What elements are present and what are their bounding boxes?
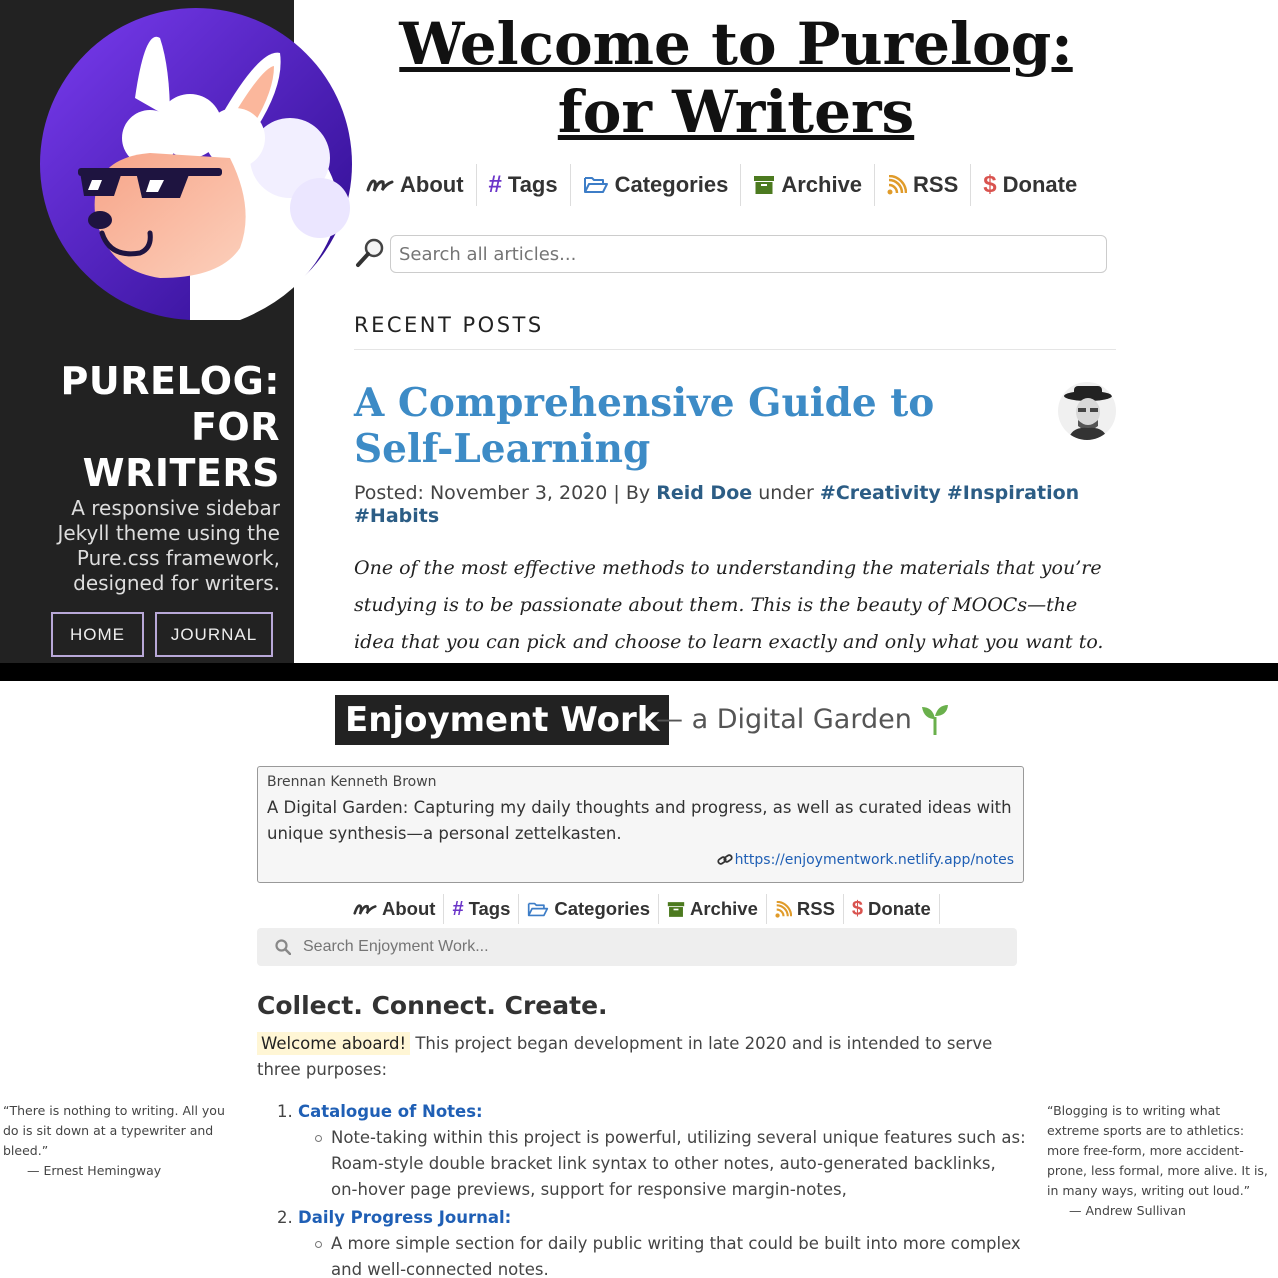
list-item: 2. Daily Progress Journal: A more simple…	[257, 1205, 1027, 1278]
dollar-icon: $	[851, 897, 864, 920]
nav-archive[interactable]: Archive	[741, 164, 876, 206]
brand-description: A responsive sidebar Jekyll theme using …	[57, 496, 280, 595]
tag-link[interactable]: #Inspiration	[947, 482, 1079, 504]
hashtag-icon: #	[488, 171, 502, 198]
nav-categories[interactable]: Categories	[571, 164, 742, 206]
search-icon	[275, 939, 291, 955]
enjoyment-work-screenshot: Enjoyment Work — a Digital Garden Brenna…	[0, 681, 1278, 1278]
list-item-detail: Note-taking within this project is power…	[257, 1125, 1027, 1203]
search-bar[interactable]	[257, 928, 1017, 966]
rss-icon	[887, 175, 908, 195]
nav-donate[interactable]: $ Donate	[971, 164, 1089, 206]
sprout-icon	[921, 705, 948, 735]
nav-rss[interactable]: RSS	[875, 164, 972, 206]
purpose-list: 1. Catalogue of Notes: Note-taking withi…	[257, 1099, 1027, 1278]
author-avatar[interactable]	[1058, 382, 1116, 440]
search-input[interactable]	[390, 235, 1107, 273]
post-author-link[interactable]: Reid Doe	[656, 482, 752, 504]
welcome-highlight: Welcome aboard!	[257, 1032, 411, 1055]
rss-icon	[775, 900, 792, 918]
nav-about[interactable]: About	[354, 164, 477, 206]
brand-title: PURELOG: FOR WRITERS	[60, 359, 280, 495]
daily-progress-journal-link[interactable]: Daily Progress Journal:	[298, 1208, 511, 1227]
tag-link[interactable]: #Creativity	[820, 482, 941, 504]
signature-icon	[366, 176, 394, 194]
recent-posts-heading: RECENT POSTS	[354, 313, 1116, 350]
folder-open-icon	[583, 175, 609, 195]
nav-rss[interactable]: RSS	[767, 894, 844, 924]
margin-quote-right: “Blogging is to writing what extreme spo…	[1047, 1103, 1268, 1218]
archive-box-icon	[753, 175, 775, 195]
sidebar: PURELOG: FOR WRITERS A responsive sideba…	[0, 0, 352, 663]
site-info-box: Brennan Kenneth Brown A Digital Garden: …	[257, 766, 1024, 883]
post-title-link[interactable]: A Comprehensive Guide to Self-Learning	[354, 380, 1044, 472]
screenshot-divider	[0, 663, 1278, 681]
post-excerpt: One of the most effective methods to und…	[354, 557, 1104, 653]
archive-box-icon	[667, 901, 685, 918]
folder-open-icon	[527, 901, 549, 918]
section-heading: Collect. Connect. Create.	[257, 991, 608, 1020]
site-title[interactable]: Enjoyment Work	[335, 695, 670, 745]
page-title: Welcome to Purelog: for Writers	[399, 10, 1073, 146]
tag-link[interactable]: #Habits	[354, 505, 439, 527]
hashtag-icon: #	[452, 897, 464, 920]
catalogue-of-notes-link[interactable]: Catalogue of Notes:	[298, 1102, 483, 1121]
nav-tags[interactable]: # Tags	[444, 894, 520, 924]
site-author: Brennan Kenneth Brown	[267, 774, 437, 790]
top-navigation: About # Tags Categories Archive RSS $ Do…	[354, 162, 1089, 208]
site-subtitle: — a Digital Garden	[656, 703, 950, 735]
magnifier-icon	[356, 238, 384, 267]
nav-categories[interactable]: Categories	[519, 894, 659, 924]
signature-icon	[353, 901, 377, 917]
nav-donate[interactable]: $ Donate	[844, 894, 940, 924]
garden-navigation: About # Tags Categories Archive RSS $ Do…	[345, 893, 940, 925]
post-meta: Posted: November 3, 2020 | By Reid Doe u…	[354, 482, 1080, 527]
search-input[interactable]	[303, 938, 983, 956]
list-item: 1. Catalogue of Notes: Note-taking withi…	[257, 1099, 1027, 1203]
home-button[interactable]: HOME	[51, 612, 144, 657]
post-date: Posted: November 3, 2020	[354, 482, 608, 504]
nav-archive[interactable]: Archive	[659, 894, 767, 924]
intro-paragraph: Welcome aboard! This project began devel…	[257, 1032, 993, 1079]
link-icon	[716, 853, 733, 867]
nav-tags[interactable]: # Tags	[477, 164, 571, 206]
site-description: A Digital Garden: Capturing my daily tho…	[267, 798, 1012, 843]
list-item-detail: A more simple section for daily public w…	[257, 1231, 1027, 1278]
purelog-screenshot: PURELOG: FOR WRITERS A responsive sideba…	[0, 0, 1278, 663]
dollar-icon: $	[983, 171, 997, 198]
margin-quote-left: “There is nothing to writing. All you do…	[3, 1103, 225, 1178]
llama-logo-icon[interactable]	[40, 8, 352, 320]
site-link[interactable]: https://enjoymentwork.netlify.app/notes	[716, 852, 1014, 868]
nav-about[interactable]: About	[345, 894, 445, 924]
journal-button[interactable]: JOURNAL	[155, 612, 273, 657]
